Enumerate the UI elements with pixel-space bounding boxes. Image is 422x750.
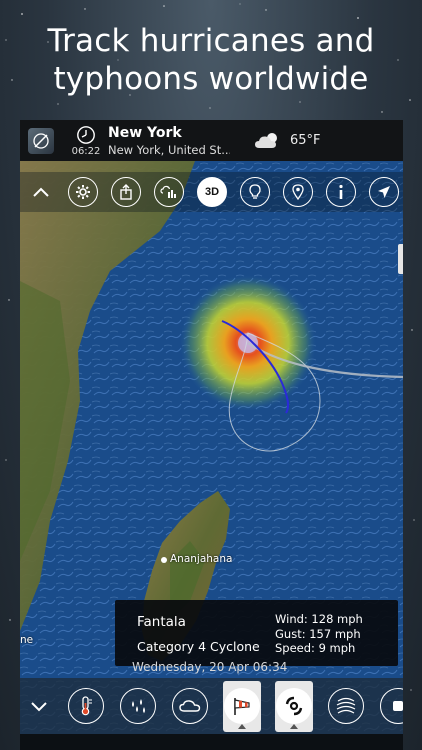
locate-me-button[interactable] <box>369 177 399 207</box>
side-panel-handle[interactable] <box>398 244 403 274</box>
hurricane-icon <box>285 696 303 716</box>
temperature-layer-button[interactable] <box>68 688 104 724</box>
forecast-date: Wednesday, 20 Apr 06:34 <box>132 660 288 674</box>
storm-name: Fantala <box>137 614 186 630</box>
storm-category: Category 4 Cyclone <box>137 639 260 654</box>
partly-cloudy-icon <box>255 132 277 148</box>
3d-view-button[interactable]: 3D <box>197 177 227 207</box>
wind-layer-button[interactable] <box>223 681 261 732</box>
location-pin-button[interactable] <box>283 177 313 207</box>
weather-stations-button[interactable] <box>154 177 184 207</box>
location-full: New York, United St... <box>108 142 230 157</box>
3d-label: 3D <box>204 186 220 198</box>
hurricanes-layer-button[interactable] <box>275 681 313 732</box>
weather-stations-icon <box>160 185 176 198</box>
clouds-layer-button[interactable] <box>172 688 208 724</box>
navigation-arrow-icon <box>378 186 390 198</box>
headline-line-1: Track hurricanes and <box>47 23 375 59</box>
collapse-layers-button[interactable] <box>24 691 54 721</box>
lightbulb-icon <box>249 184 261 199</box>
share-button[interactable] <box>111 177 141 207</box>
waves-layer-button[interactable] <box>328 688 364 724</box>
app-screen: Ananjahana ne 06:22 New York New York, U… <box>20 120 403 750</box>
clock-time: 06:22 <box>71 145 101 157</box>
tips-button[interactable] <box>240 177 270 207</box>
local-time[interactable]: 06:22 <box>70 125 102 157</box>
settings-button[interactable] <box>68 177 98 207</box>
raindrops-icon <box>132 699 145 713</box>
storm-stats: Wind: 128 mph Gust: 157 mph Speed: 9 mph <box>275 612 363 656</box>
chevron-down-icon <box>31 702 47 712</box>
status-bar: 06:22 New York New York, United St... 65… <box>20 120 403 161</box>
thermometer-icon <box>81 696 92 716</box>
more-icon <box>393 701 403 711</box>
storm-info-card[interactable]: Fantala Category 4 Cyclone Wind: 128 mph… <box>115 600 398 666</box>
headline-line-2: typhoons worldwide <box>53 61 369 97</box>
cloud-icon <box>179 700 201 712</box>
waves-icon <box>336 697 356 714</box>
info-icon <box>339 184 343 199</box>
collapse-toolbar-button[interactable] <box>24 175 58 209</box>
gear-icon <box>76 185 90 199</box>
chevron-up-icon <box>33 187 49 197</box>
layer-bar <box>20 678 403 734</box>
pin-icon <box>292 184 304 200</box>
storm-gust: Gust: 157 mph <box>275 626 361 641</box>
edge-place-label: ne <box>20 634 34 646</box>
storm-speed: Speed: 9 mph <box>275 641 356 655</box>
map-toolbar: 3D <box>20 172 403 212</box>
location-selector[interactable]: New York New York, United St... <box>108 125 230 157</box>
storm-wind: Wind: 128 mph <box>275 612 363 626</box>
more-layers-button[interactable] <box>380 688 403 724</box>
info-button[interactable] <box>326 177 356 207</box>
precipitation-layer-button[interactable] <box>120 688 156 724</box>
screen-footer <box>20 734 403 750</box>
location-city: New York <box>108 124 182 141</box>
place-label: Ananjahana <box>170 553 233 565</box>
temperature: 65°F <box>290 133 321 148</box>
promo-headline: Track hurricanes and typhoons worldwide <box>0 22 422 98</box>
share-icon <box>120 184 132 200</box>
windsock-icon <box>234 698 250 715</box>
place-marker[interactable] <box>161 557 167 563</box>
clock-icon <box>77 125 95 144</box>
radar-off-icon[interactable] <box>28 127 54 154</box>
current-weather[interactable]: 65°F <box>254 131 321 151</box>
